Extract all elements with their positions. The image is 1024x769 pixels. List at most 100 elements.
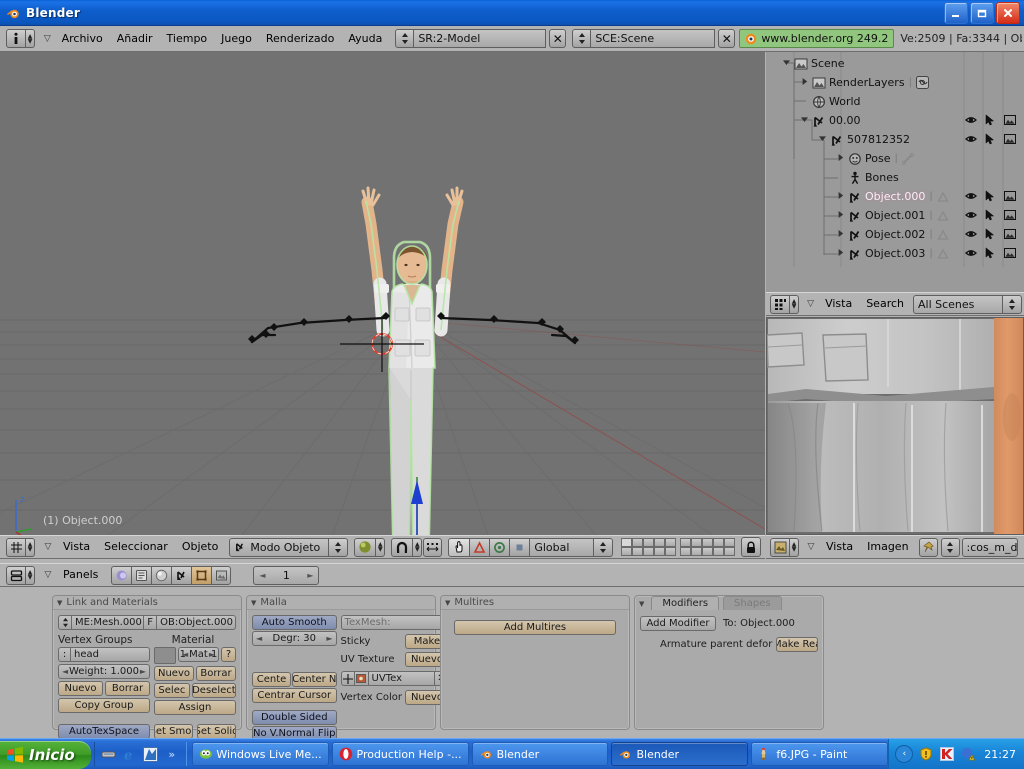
material-delete-button[interactable]: Borrar	[196, 666, 236, 681]
outliner-menu-vista[interactable]: Vista	[818, 295, 859, 313]
hand-translate-icon[interactable]	[448, 537, 471, 557]
uv-editor-type-spinner[interactable]: ▲ ▼	[790, 537, 799, 557]
uv-menu-vista[interactable]: Vista	[819, 538, 860, 556]
uv-menu-imagen[interactable]: Imagen	[860, 538, 915, 556]
eye-icon[interactable]	[961, 112, 980, 128]
menu-ayuda[interactable]: Ayuda	[341, 30, 389, 48]
weight-decrement-icon[interactable]: ◄	[62, 667, 68, 676]
set-smooth-button[interactable]: Set Smoo	[154, 724, 193, 738]
outliner-row-object-001[interactable]: Object.001 |	[766, 206, 1024, 225]
screen-delete-button[interactable]: ✕	[549, 29, 567, 48]
image-browse-icon[interactable]	[940, 537, 960, 557]
layer-cell-13[interactable]	[643, 547, 655, 556]
render-icon[interactable]	[1000, 188, 1019, 204]
outliner-item-label[interactable]: Object.003	[862, 247, 925, 260]
center-button[interactable]: Cente	[252, 672, 291, 687]
outliner-type-spinner[interactable]: ▲ ▼	[790, 294, 799, 314]
snap-spinner[interactable]: ▲ ▼	[413, 537, 423, 557]
screen-selector-field[interactable]: SR:2-Model	[414, 29, 547, 48]
buttons-window-icon[interactable]	[6, 565, 26, 585]
buttons-context-tabs[interactable]	[111, 565, 232, 585]
outliner-row-507812352[interactable]: 507812352	[766, 130, 1024, 149]
mesh-tri-icon[interactable]	[937, 209, 950, 222]
auto-tex-space-button[interactable]: AutoTexSpace	[58, 724, 150, 738]
panel-malla-header[interactable]: ▼ Malla	[247, 596, 435, 610]
chevron-left-icon[interactable]: ‹	[895, 745, 914, 763]
vgroup-browse-button[interactable]: :	[58, 647, 71, 662]
expander-right-icon[interactable]	[836, 210, 847, 221]
make-real-button[interactable]: Make Rea	[776, 637, 818, 652]
outliner-item-label[interactable]: Object.002	[862, 228, 925, 241]
expander-right-icon[interactable]	[836, 229, 847, 240]
tab-object-icon[interactable]	[171, 565, 192, 585]
texmesh-field[interactable]: TexMesh:	[340, 615, 449, 630]
shaded-sphere-icon[interactable]	[354, 537, 377, 557]
expander-right-icon[interactable]	[836, 191, 847, 202]
menu-renderizado[interactable]: Renderizado	[259, 30, 341, 48]
frame-prev-icon[interactable]: ◄	[259, 571, 265, 580]
render-icon[interactable]	[1000, 245, 1019, 261]
cursor-icon[interactable]	[980, 226, 999, 242]
outliner-row-00-00[interactable]: 00.00	[766, 111, 1024, 130]
scale-circle-icon[interactable]	[490, 537, 511, 557]
task-paint[interactable]: f6.JPG - Paint	[751, 742, 889, 766]
show-desktop-icon[interactable]	[101, 746, 117, 762]
frame-number-field[interactable]: ◄ 1 ►	[253, 565, 320, 585]
window-type-spinner[interactable]: ▲ ▼	[26, 29, 35, 48]
mesh-tri-icon[interactable]	[937, 247, 950, 260]
cursor-icon[interactable]	[980, 245, 999, 261]
draw-type-spinner[interactable]: ▲ ▼	[376, 537, 386, 557]
vgroup-name-field[interactable]: head	[71, 647, 150, 662]
outliner-item-label[interactable]: Pose	[862, 152, 890, 165]
outliner-row-object-002[interactable]: Object.002 |	[766, 225, 1024, 244]
buttons-collapse-triangle-icon[interactable]: ▽	[40, 566, 56, 584]
mesh-name-field[interactable]: ME:Mesh.000	[72, 615, 145, 630]
layer-cell-6[interactable]	[680, 538, 692, 547]
image-name-field[interactable]: :cos_m_d	[961, 537, 1018, 557]
magnet-icon[interactable]	[391, 537, 414, 557]
menu-anadir[interactable]: Añadir	[110, 30, 160, 48]
panel-multires-header[interactable]: ▼ Multires	[441, 596, 629, 610]
maximize-button[interactable]	[970, 1, 994, 24]
degr-increment-icon[interactable]: ►	[326, 634, 332, 643]
viewport-layer-buttons[interactable]	[621, 537, 762, 557]
version-badge[interactable]: www.blender.org 249.2	[739, 29, 895, 48]
cursor-icon[interactable]	[980, 207, 999, 223]
vgroup-new-button[interactable]: Nuevo	[58, 681, 103, 696]
mat-next-icon[interactable]: ►	[209, 650, 215, 659]
material-deselect-button[interactable]: Deselect	[191, 683, 236, 698]
outliner-menu-search[interactable]: Search	[859, 295, 911, 313]
layer-cell-16[interactable]	[680, 547, 692, 556]
eye-icon[interactable]	[961, 245, 980, 261]
panel-link-materials-header[interactable]: ▼ Link and Materials	[53, 596, 241, 610]
outliner-display-mode[interactable]: All Scenes	[913, 294, 1003, 314]
layer-cell-1[interactable]	[621, 538, 633, 547]
viewport-mode-value[interactable]: Modo Objeto	[250, 541, 320, 554]
cursor-icon[interactable]	[980, 188, 999, 204]
material-select-button[interactable]: Selec	[154, 683, 190, 698]
layer-cell-20[interactable]	[724, 547, 736, 556]
expander-down-icon[interactable]	[818, 134, 829, 145]
double-sided-button[interactable]: Double Sided	[252, 710, 337, 725]
outliner-row-object-000[interactable]: Object.000 |	[766, 187, 1024, 206]
auto-smooth-degree-field[interactable]: ◄ Degr: 30 ►	[252, 631, 337, 646]
mesh-browse-icon[interactable]	[58, 615, 72, 630]
outliner-panel[interactable]: Scene RenderLayers | World 00.00 507812352 Pos…	[766, 52, 1024, 292]
add-multires-button[interactable]: Add Multires	[454, 620, 616, 635]
layer-cell-19[interactable]	[713, 547, 725, 556]
tab-modifiers[interactable]: Modifiers	[651, 596, 720, 610]
viewport-collapse-triangle-icon[interactable]: ▽	[40, 538, 56, 556]
3d-viewport[interactable]: z (1) Object.000 y	[0, 52, 765, 535]
outliner-collapse-triangle-icon[interactable]: ▽	[803, 295, 818, 313]
eye-icon[interactable]	[961, 207, 980, 223]
outliner-item-label[interactable]: Bones	[862, 171, 899, 184]
layer-cell-12[interactable]	[632, 547, 644, 556]
uv-editor-collapse-triangle-icon[interactable]: ▽	[803, 538, 819, 556]
minimize-button[interactable]	[944, 1, 968, 24]
buttons-window-type-spinner[interactable]: ▲ ▼	[26, 565, 35, 585]
menu-tiempo[interactable]: Tiempo	[160, 30, 215, 48]
auto-smooth-button[interactable]: Auto Smooth	[252, 615, 337, 630]
expander-right-icon[interactable]	[836, 248, 847, 259]
expander-down-icon[interactable]	[800, 115, 811, 126]
rotate-triangle-icon[interactable]	[470, 537, 491, 557]
